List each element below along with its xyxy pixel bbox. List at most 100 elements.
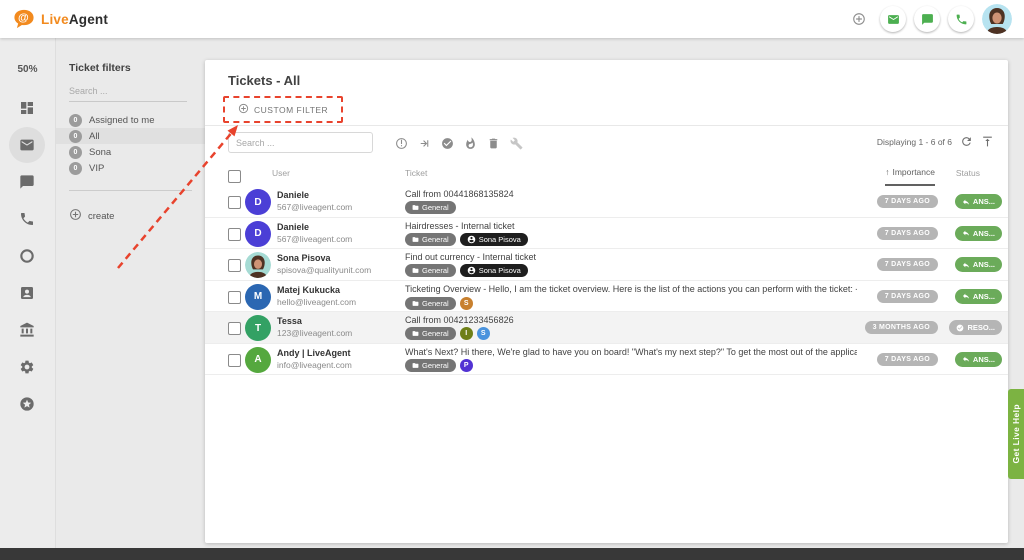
- column-user[interactable]: User: [272, 168, 290, 178]
- importance-badge: 7 DAYS AGO: [877, 290, 938, 303]
- ticket-subject: What's Next? Hi there, We're glad to hav…: [405, 347, 857, 357]
- table-header: User Ticket ↑ Importance Status: [205, 160, 1008, 187]
- tools-button[interactable]: [509, 136, 523, 150]
- ticket-tags: General Sona Pisova: [405, 233, 857, 246]
- ticket-row[interactable]: T Tessa 123@liveagent.com Call from 0042…: [205, 312, 1008, 344]
- agent-icon: [467, 266, 476, 275]
- status-button[interactable]: ANS...: [955, 352, 1002, 367]
- sort-arrow-icon: ↑: [885, 167, 889, 177]
- row-checkbox[interactable]: [228, 228, 241, 241]
- delete-button[interactable]: [486, 136, 500, 150]
- create-filter-button[interactable]: create: [69, 208, 205, 224]
- tickets-toolbar: Displaying 1 - 6 of 6: [205, 126, 1008, 159]
- folder-icon: [412, 267, 419, 274]
- avatar: D: [245, 189, 271, 215]
- ticket-search-input[interactable]: [228, 132, 373, 153]
- reply-icon: [962, 355, 970, 363]
- nav-mail[interactable]: [9, 127, 45, 163]
- ticket-row[interactable]: D Daniele 567@liveagent.com Hairdresses …: [205, 218, 1008, 250]
- liveagent-logo: @ LiveAgent: [12, 8, 108, 31]
- create-label: create: [88, 211, 114, 222]
- mail-icon: [19, 137, 35, 153]
- status-button[interactable]: ANS...: [955, 257, 1002, 272]
- avatar: D: [245, 221, 271, 247]
- select-all-checkbox[interactable]: [228, 170, 241, 183]
- resolve-icon: [441, 137, 454, 150]
- reply-icon: [962, 292, 970, 300]
- ticket-tags: General: [405, 201, 857, 214]
- column-ticket[interactable]: Ticket: [405, 168, 427, 178]
- ticket-row[interactable]: M Matej Kukucka hello@liveagent.com Tick…: [205, 281, 1008, 313]
- custom-filter-button[interactable]: CUSTOM FILTER: [225, 98, 341, 121]
- scroll-top-button[interactable]: [981, 135, 994, 148]
- nav-dashboard[interactable]: [9, 90, 45, 126]
- filter-label: Sona: [89, 147, 111, 158]
- ticket-subject: Ticketing Overview - Hello, I am the tic…: [405, 284, 857, 295]
- filter-item[interactable]: 0VIP: [56, 160, 205, 176]
- phone-icon: [955, 13, 968, 26]
- folder-icon: [412, 300, 419, 307]
- ticket-subject: Call from 00421233456826: [405, 315, 857, 325]
- refresh-button[interactable]: [960, 135, 973, 148]
- ring-icon: [19, 248, 35, 264]
- email-button[interactable]: [880, 6, 906, 32]
- agent-tag: Sona Pisova: [460, 233, 528, 246]
- filters-title: Ticket filters: [69, 62, 205, 74]
- status-button[interactable]: ANS...: [955, 289, 1002, 304]
- row-checkbox[interactable]: [228, 259, 241, 272]
- agent-photo: [982, 4, 1012, 34]
- row-checkbox[interactable]: [228, 291, 241, 304]
- transfer-button[interactable]: [417, 136, 431, 150]
- displaying-count: Displaying 1 - 6 of 6: [877, 137, 952, 147]
- plus-circle-icon: [69, 208, 82, 224]
- tag-dot: I: [460, 327, 473, 340]
- user-avatar[interactable]: [982, 4, 1012, 34]
- chat-button[interactable]: [914, 6, 940, 32]
- user-email: 567@liveagent.com: [277, 234, 352, 244]
- resolve-button[interactable]: [440, 136, 454, 150]
- user-name: Matej Kukucka: [277, 285, 356, 295]
- column-status[interactable]: Status: [956, 168, 980, 178]
- status-button[interactable]: ANS...: [955, 194, 1002, 209]
- call-button[interactable]: [948, 6, 974, 32]
- contacts-icon: [19, 285, 35, 301]
- nav-bank[interactable]: [9, 312, 45, 348]
- annotation-custom-filter-box: CUSTOM FILTER: [223, 96, 343, 123]
- nav-ring[interactable]: [9, 238, 45, 274]
- nav-chat[interactable]: [9, 164, 45, 200]
- department-tag: General: [405, 264, 456, 277]
- ticket-row[interactable]: Sona Pisova spisova@qualityunit.com Find…: [205, 249, 1008, 281]
- nav-settings[interactable]: [9, 349, 45, 385]
- user-email: hello@liveagent.com: [277, 297, 356, 307]
- logo-at-symbol: @: [18, 12, 29, 24]
- ticket-row[interactable]: A Andy | LiveAgent info@liveagent.com Wh…: [205, 344, 1008, 376]
- department-tag: General: [405, 233, 456, 246]
- row-checkbox[interactable]: [228, 196, 241, 209]
- filter-item[interactable]: 0Assigned to me: [56, 112, 205, 128]
- delete-icon: [487, 137, 500, 150]
- get-live-help-tab[interactable]: Get Live Help: [1008, 389, 1024, 479]
- info-button[interactable]: [394, 136, 408, 150]
- add-button[interactable]: [846, 6, 872, 32]
- filter-item[interactable]: 0Sona: [56, 144, 205, 160]
- nav-contacts[interactable]: [9, 275, 45, 311]
- filter-label: VIP: [89, 163, 104, 174]
- avatar-photo: [245, 252, 271, 278]
- user-name: Daniele: [277, 190, 352, 200]
- user-name: Daniele: [277, 222, 352, 232]
- nav-star[interactable]: [9, 386, 45, 422]
- ticket-row[interactable]: D Daniele 567@liveagent.com Call from 00…: [205, 186, 1008, 218]
- row-checkbox[interactable]: [228, 354, 241, 367]
- filters-search-input[interactable]: [69, 86, 187, 102]
- bank-icon: [19, 322, 35, 338]
- status-button[interactable]: RESO...: [949, 320, 1002, 335]
- spam-button[interactable]: [463, 136, 477, 150]
- row-checkbox[interactable]: [228, 322, 241, 335]
- status-button[interactable]: ANS...: [955, 226, 1002, 241]
- avatar: T: [245, 315, 271, 341]
- column-importance[interactable]: ↑ Importance: [885, 160, 935, 186]
- filter-item[interactable]: 0All: [56, 128, 205, 144]
- tickets-panel: Tickets - All CUSTOM FILTER Displaying 1…: [205, 60, 1008, 543]
- tag-dot: P: [460, 359, 473, 372]
- nav-phone[interactable]: [9, 201, 45, 237]
